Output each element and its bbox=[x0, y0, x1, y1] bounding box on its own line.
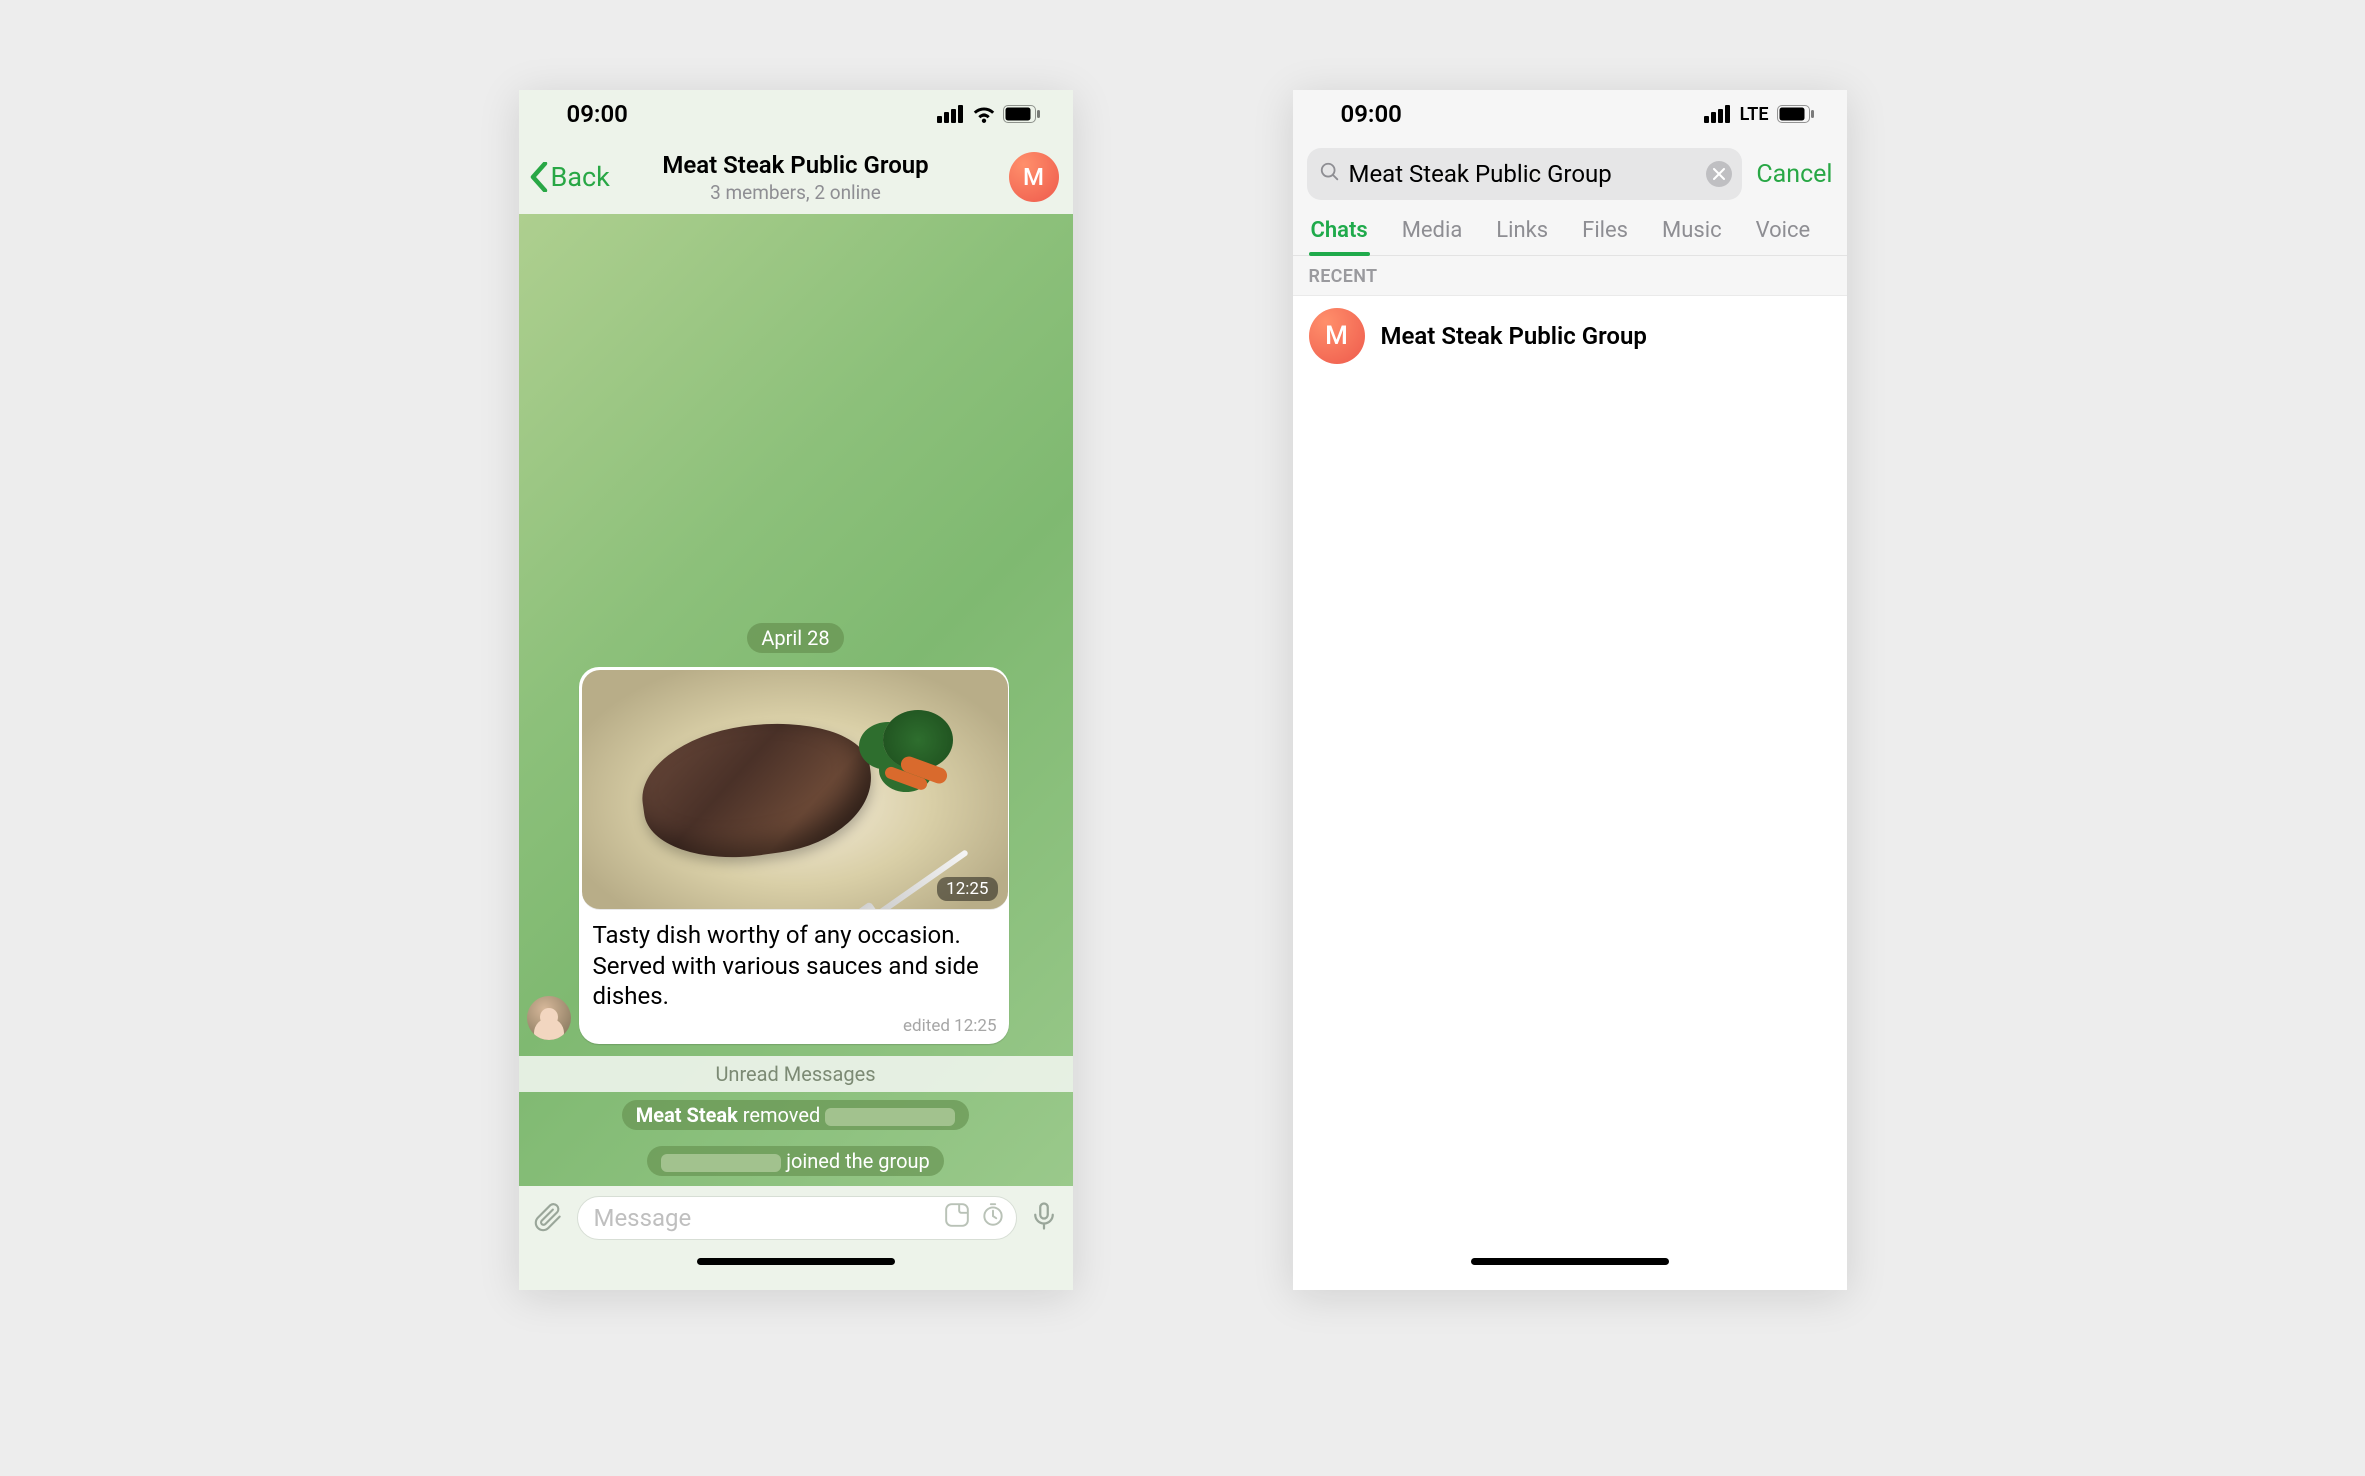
message-bubble[interactable]: 12:25 Tasty dish worthy of any occasion.… bbox=[579, 667, 1009, 1044]
chat-subtitle: 3 members, 2 online bbox=[662, 181, 928, 204]
status-time: 09:00 bbox=[1341, 100, 1402, 128]
status-bar: 09:00 LTE bbox=[1293, 90, 1847, 138]
system-message-actor: Meat Steak bbox=[636, 1103, 738, 1127]
unread-banner: Unread Messages bbox=[519, 1056, 1073, 1092]
cancel-button[interactable]: Cancel bbox=[1756, 160, 1832, 189]
cellular-icon bbox=[1704, 105, 1732, 123]
system-message-joined: joined the group bbox=[647, 1146, 944, 1176]
status-icons: LTE bbox=[1704, 104, 1815, 125]
tab-chats[interactable]: Chats bbox=[1309, 212, 1370, 255]
network-label: LTE bbox=[1740, 104, 1769, 125]
search-tabs: Chats Media Links Files Music Voice bbox=[1293, 212, 1847, 256]
sender-avatar[interactable] bbox=[527, 996, 571, 1040]
timer-icon[interactable] bbox=[980, 1202, 1006, 1234]
chat-body[interactable]: April 28 12:25 Tasty dish worthy of any … bbox=[519, 214, 1073, 1186]
message-row: 12:25 Tasty dish worthy of any occasion.… bbox=[527, 667, 1065, 1044]
phone-search-screen: 09:00 LTE Meat Steak Public Group Cancel… bbox=[1293, 90, 1847, 1290]
message-image[interactable]: 12:25 bbox=[582, 670, 1008, 910]
date-separator: April 28 bbox=[527, 623, 1065, 667]
date-pill: April 28 bbox=[747, 623, 843, 653]
tab-media[interactable]: Media bbox=[1400, 212, 1465, 255]
back-label: Back bbox=[551, 161, 610, 193]
result-avatar: M bbox=[1309, 308, 1365, 364]
search-icon bbox=[1319, 161, 1341, 187]
status-bar: 09:00 bbox=[519, 90, 1073, 138]
message-placeholder: Message bbox=[594, 1204, 944, 1232]
chat-avatar[interactable]: M bbox=[1009, 152, 1059, 202]
tab-voice[interactable]: Voice bbox=[1754, 212, 1813, 255]
tab-files[interactable]: Files bbox=[1580, 212, 1630, 255]
sticker-icon[interactable] bbox=[944, 1202, 970, 1234]
chat-header: Back Meat Steak Public Group 3 members, … bbox=[519, 138, 1073, 214]
search-result[interactable]: M Meat Steak Public Group bbox=[1293, 296, 1847, 376]
search-body bbox=[1293, 376, 1847, 1248]
system-message-row: Meat Steak removed bbox=[519, 1100, 1073, 1130]
battery-icon bbox=[1003, 105, 1041, 123]
search-value: Meat Steak Public Group bbox=[1349, 160, 1699, 188]
search-input[interactable]: Meat Steak Public Group bbox=[1307, 148, 1743, 200]
result-title: Meat Steak Public Group bbox=[1381, 322, 1647, 350]
home-indicator bbox=[519, 1248, 1073, 1290]
image-timestamp: 12:25 bbox=[937, 877, 997, 901]
battery-icon bbox=[1777, 105, 1815, 123]
chat-title-block[interactable]: Meat Steak Public Group 3 members, 2 onl… bbox=[662, 151, 928, 204]
back-button[interactable]: Back bbox=[529, 161, 610, 193]
message-text: Tasty dish worthy of any occasion. Serve… bbox=[579, 910, 1009, 1016]
redacted-name bbox=[661, 1154, 781, 1172]
redacted-name bbox=[825, 1108, 955, 1126]
wifi-icon bbox=[971, 105, 997, 123]
cellular-icon bbox=[937, 105, 965, 123]
system-message-action: joined the group bbox=[781, 1149, 930, 1173]
system-message-action: removed bbox=[738, 1103, 825, 1127]
chat-title: Meat Steak Public Group bbox=[662, 151, 928, 179]
status-icons bbox=[937, 105, 1041, 123]
recent-label: RECENT bbox=[1293, 256, 1847, 296]
chevron-left-icon bbox=[529, 162, 549, 192]
status-time: 09:00 bbox=[567, 100, 628, 128]
system-message-removed: Meat Steak removed bbox=[622, 1100, 969, 1130]
tab-music[interactable]: Music bbox=[1660, 212, 1724, 255]
message-input[interactable]: Message bbox=[577, 1196, 1017, 1240]
phone-chat-screen: 09:00 Back Meat Steak Public Group 3 mem… bbox=[519, 90, 1073, 1290]
home-indicator bbox=[1293, 1248, 1847, 1290]
clear-search-icon[interactable] bbox=[1706, 161, 1732, 187]
tab-links[interactable]: Links bbox=[1494, 212, 1550, 255]
message-edited-time: edited 12:25 bbox=[579, 1016, 1009, 1044]
steak-graphic bbox=[634, 709, 880, 870]
system-message-row: joined the group bbox=[519, 1146, 1073, 1176]
input-bar: Message bbox=[519, 1186, 1073, 1248]
attach-icon[interactable] bbox=[533, 1200, 565, 1236]
message-area: April 28 12:25 Tasty dish worthy of any … bbox=[519, 623, 1073, 1044]
search-row: Meat Steak Public Group Cancel bbox=[1293, 138, 1847, 212]
mic-icon[interactable] bbox=[1029, 1201, 1059, 1235]
